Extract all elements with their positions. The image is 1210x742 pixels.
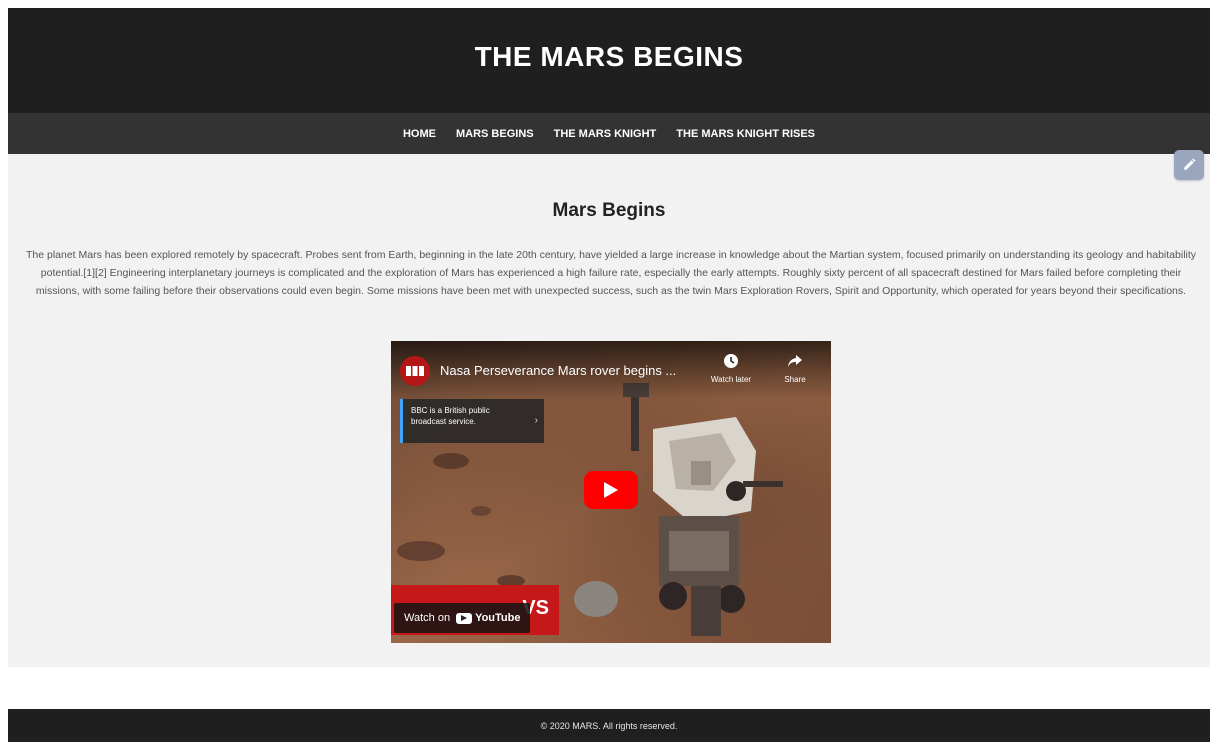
info-panel[interactable]: BBC is a British public broadcast servic…	[400, 399, 544, 443]
watch-later-label: Watch later	[710, 375, 752, 384]
nav-link-mars-knight-rises[interactable]: THE MARS KNIGHT RISES	[676, 128, 815, 140]
youtube-label: YouTube	[475, 612, 521, 624]
watch-later-button[interactable]: Watch later	[707, 353, 755, 384]
youtube-play-icon	[456, 612, 473, 624]
chevron-right-icon: ›	[534, 415, 538, 426]
watch-on-youtube-button[interactable]: Watch on YouTube	[394, 603, 531, 633]
info-panel-text: BBC is a British public broadcast servic…	[411, 406, 490, 426]
nav-link-home[interactable]: HOME	[403, 128, 436, 140]
bbc-logo-icon	[406, 366, 424, 376]
play-icon	[604, 482, 618, 498]
watch-on-label: Watch on	[404, 612, 451, 624]
clock-icon	[724, 354, 738, 368]
footer-copyright: © 2020 MARS. All rights reserved.	[540, 720, 678, 731]
section-heading: Mars Begins	[552, 200, 666, 221]
site-title: THE MARS BEGINS	[474, 40, 744, 72]
nav-link-mars-begins[interactable]: MARS BEGINS	[456, 128, 534, 140]
edit-button[interactable]	[1174, 150, 1204, 180]
section-paragraph: The planet Mars has been explored remote…	[25, 249, 1197, 297]
video-title[interactable]: Nasa Perseverance Mars rover begins ...	[440, 363, 676, 378]
page: THE MARS BEGINS HOME MARS BEGINS THE MAR…	[0, 0, 1210, 742]
share-button[interactable]: Share	[771, 353, 819, 384]
channel-avatar[interactable]	[400, 356, 430, 386]
share-label: Share	[784, 375, 806, 384]
nav-link-mars-knight[interactable]: THE MARS KNIGHT	[554, 128, 657, 140]
video-embed[interactable]: VS Nasa Perseverance Mars rover begins .…	[391, 341, 831, 643]
share-icon	[788, 355, 802, 367]
play-button[interactable]	[584, 471, 638, 509]
site-footer: © 2020 MARS. All rights reserved.	[8, 709, 1210, 742]
pencil-icon	[1184, 158, 1196, 170]
youtube-logo: YouTube	[456, 612, 520, 624]
site-header: THE MARS BEGINS	[8, 8, 1210, 113]
main-content: Mars Begins The planet Mars has been exp…	[8, 154, 1210, 667]
main-nav: HOME MARS BEGINS THE MARS KNIGHT THE MAR…	[8, 113, 1210, 155]
